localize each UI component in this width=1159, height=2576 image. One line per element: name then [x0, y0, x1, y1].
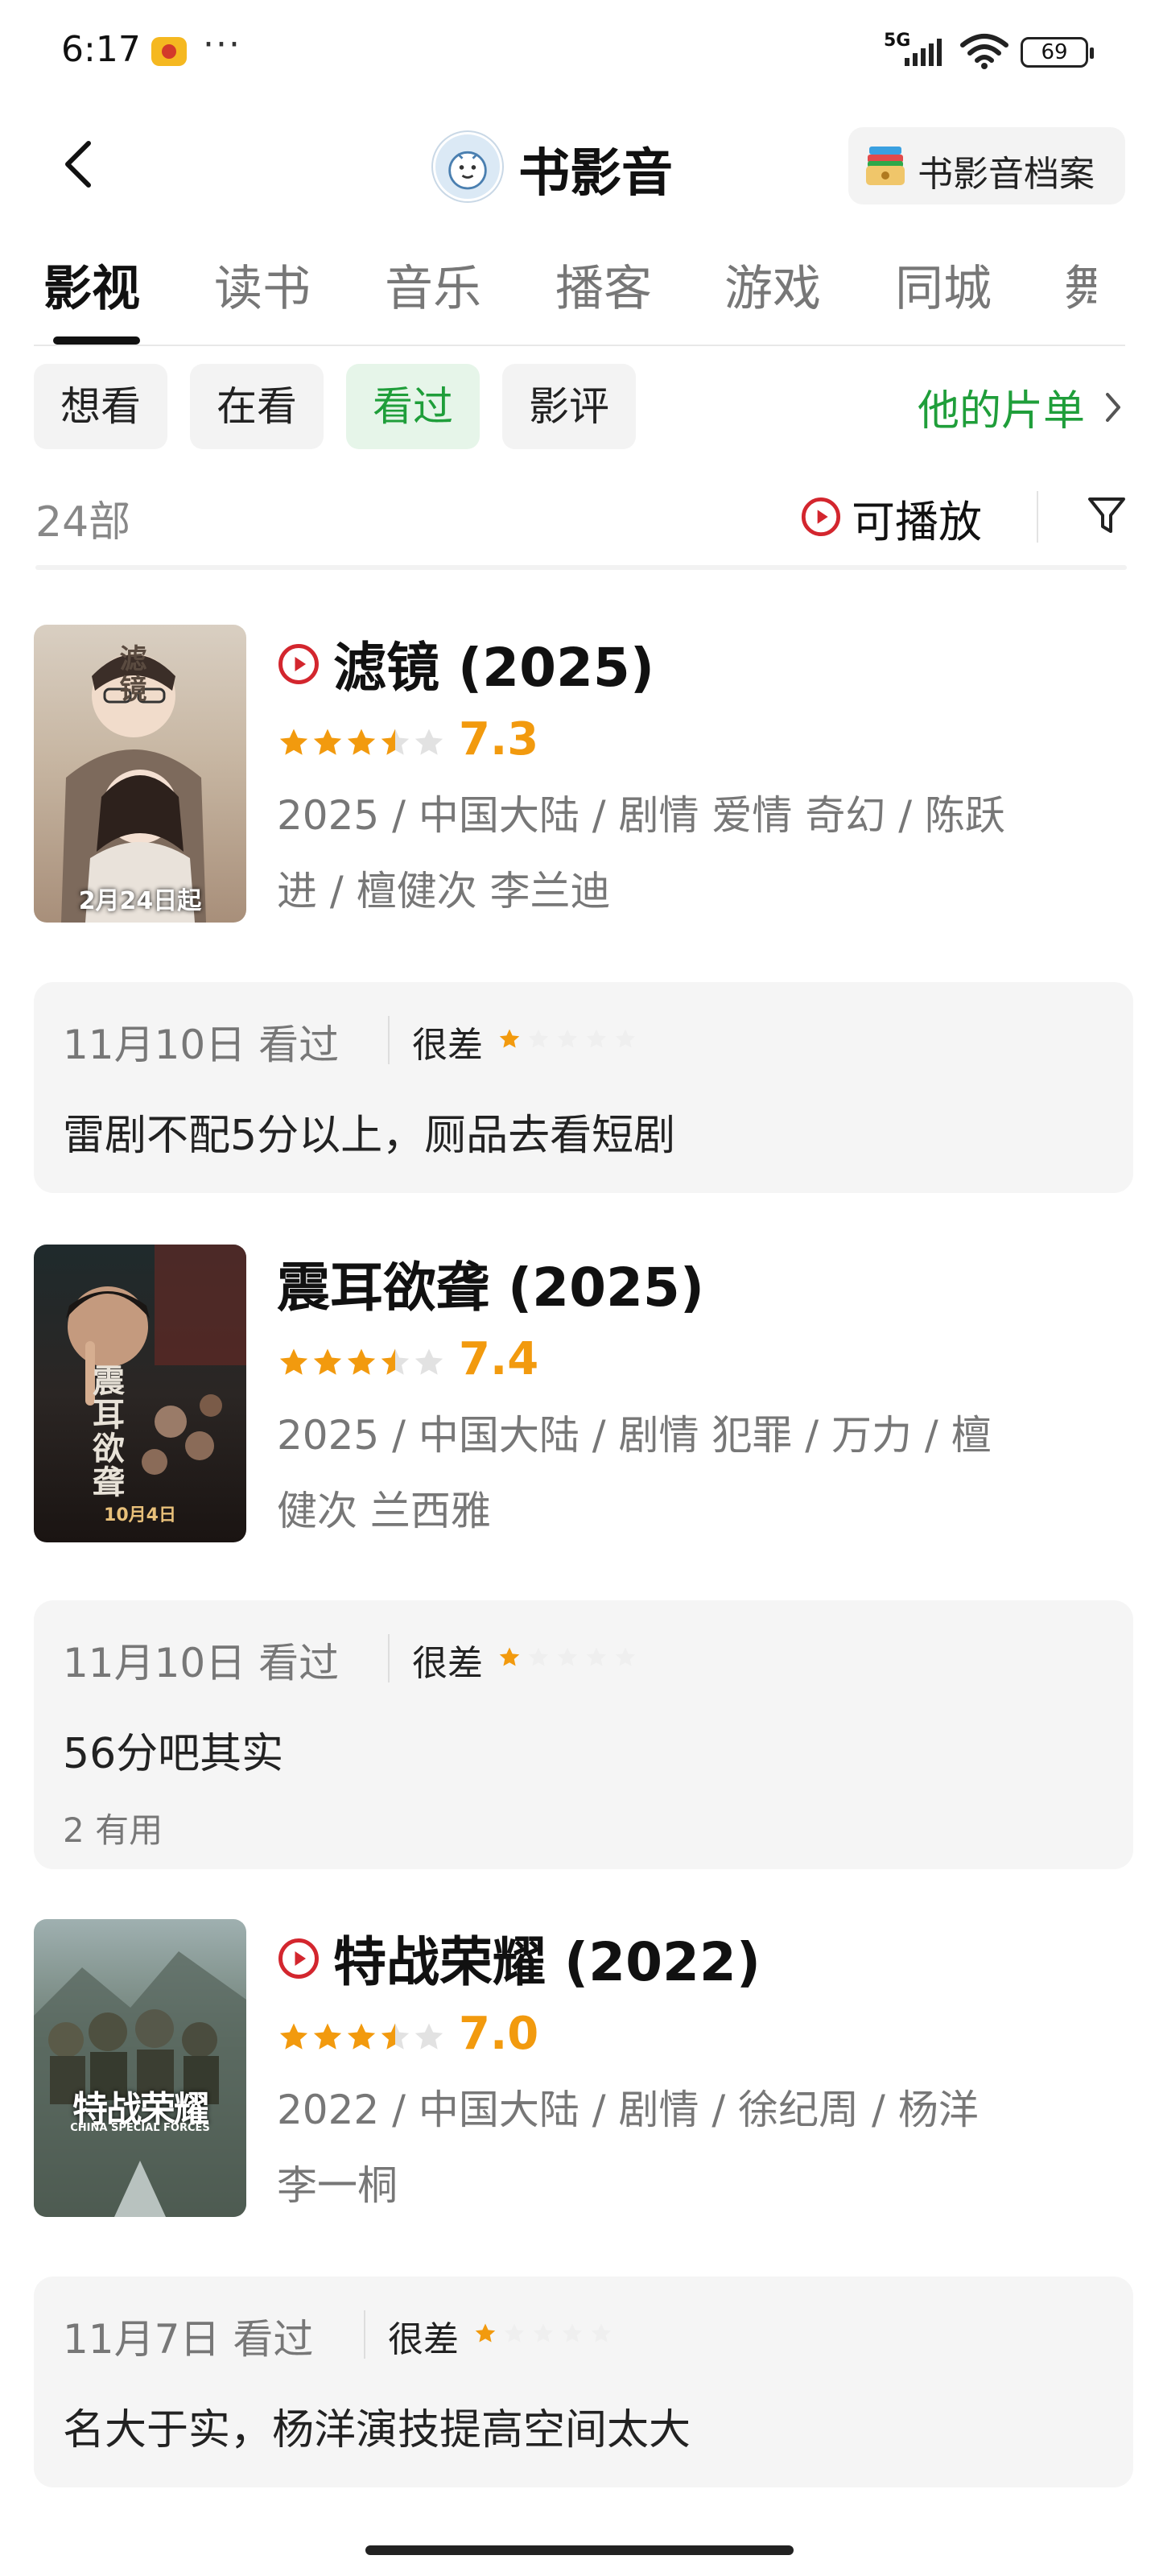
poster-title: 震耳欲聋: [87, 1364, 124, 1499]
meta-line: 2025 / 中国大陆 / 剧情 犯罪 / 万力 / 檀: [277, 1412, 992, 1459]
play-circle-icon: [800, 496, 842, 538]
tab-games[interactable]: 游戏: [724, 250, 821, 320]
review-date: 11月7日 看过: [63, 2316, 314, 2363]
page-title: 书影音: [518, 144, 673, 204]
tab-local[interactable]: 同城: [895, 250, 992, 320]
tab-podcasts[interactable]: 播客: [555, 250, 652, 320]
movie-rating: 7.3: [459, 713, 539, 766]
user-rating-stars: [475, 2323, 612, 2343]
tabs-divider: [34, 345, 1125, 346]
meta-line: 李一桐: [277, 2162, 398, 2209]
tab-books[interactable]: 读书: [214, 250, 311, 320]
back-arrow-icon[interactable]: [48, 132, 113, 196]
poster-date: 10月4日: [104, 1505, 176, 1525]
filter-watching[interactable]: 在看: [190, 364, 324, 449]
section-divider: [35, 565, 1127, 570]
status-bar: 6:17 ··· 5G 69: [0, 0, 1159, 105]
douban-logo-icon: [433, 132, 502, 201]
poster-subtitle: CHINA SPECIAL FORCES: [70, 2122, 210, 2134]
category-tabs: 影视 读书 音乐 播客 游戏 同城 舞: [0, 250, 1159, 346]
divider: [388, 1016, 390, 1064]
top-bar: 书影音 书影音档案: [0, 121, 1159, 211]
tab-music[interactable]: 音乐: [385, 250, 481, 320]
movie-meta: 2025 / 中国大陆 / 剧情 犯罪 / 万力 / 檀 健次 兰西雅: [277, 1397, 1114, 1549]
poster-date: 2月24日起: [78, 887, 202, 915]
review-card[interactable]: 11月7日 看过 很差 名大于实，杨洋演技提高空间太大: [34, 2277, 1133, 2487]
filter-reviews[interactable]: 影评: [502, 364, 636, 449]
review-text: 雷剧不配5分以上，厕品去看短剧: [63, 1112, 676, 1160]
tab-dance[interactable]: 舞: [1064, 250, 1096, 320]
review-level: 很差: [412, 1643, 483, 1684]
signal-icon: [905, 39, 942, 66]
movie-poster[interactable]: 滤镜 2月24日起: [34, 625, 246, 923]
movie-meta: 2025 / 中国大陆 / 剧情 爱情 奇幻 / 陈跃 进 / 檀健次 李兰迪: [277, 778, 1114, 929]
review-card[interactable]: 11月10日 看过 很差 56分吧其实 2 有用: [34, 1600, 1133, 1869]
meta-line: 2022 / 中国大陆 / 剧情 / 徐纪周 / 杨洋: [277, 2087, 979, 2133]
useful-count[interactable]: 2 有用: [63, 1803, 163, 1852]
chevron-right-icon: [1106, 393, 1120, 422]
rating-stars: [279, 1348, 443, 1375]
meta-line: 进 / 檀健次 李兰迪: [277, 868, 611, 914]
review-text: 56分吧其实: [63, 1730, 284, 1778]
review-card[interactable]: 11月10日 看过 很差 雷剧不配5分以上，厕品去看短剧: [34, 982, 1133, 1193]
movie-poster[interactable]: 特战荣耀 CHINA SPECIAL FORCES: [34, 1919, 246, 2217]
item-count: 24部: [35, 498, 131, 547]
archive-label: 书影音档案: [918, 154, 1095, 195]
review-level: 很差: [388, 2319, 459, 2360]
movie-rating: 7.4: [459, 1333, 539, 1385]
divider: [1037, 491, 1038, 543]
battery-indicator: 69: [1021, 37, 1094, 68]
review-date: 11月10日 看过: [63, 1640, 340, 1686]
meta-line: 健次 兰西雅: [277, 1488, 491, 1534]
wifi-icon: [960, 34, 1008, 69]
notification-app-icon: [151, 37, 187, 66]
movie-title[interactable]: 震耳欲聋 (2025): [277, 1245, 704, 1322]
movie-title[interactable]: 滤镜 (2025): [333, 625, 654, 702]
divider: [388, 1634, 390, 1682]
rating-stars: [279, 2023, 443, 2050]
playable-icon: [277, 642, 320, 686]
divider: [364, 2310, 365, 2359]
movie-rating: 7.0: [459, 2008, 539, 2060]
his-list-link[interactable]: 他的片单: [918, 377, 1085, 437]
filter-want[interactable]: 想看: [34, 364, 167, 449]
more-notifications-icon: ···: [203, 24, 241, 65]
filter-funnel-icon[interactable]: [1087, 494, 1127, 538]
archive-button[interactable]: 书影音档案: [848, 127, 1125, 204]
tab-movies[interactable]: 影视: [43, 250, 140, 320]
review-date: 11月10日 看过: [63, 1022, 340, 1068]
rating-stars: [279, 729, 443, 755]
status-time: 6:17: [61, 29, 141, 70]
active-tab-indicator: [53, 336, 140, 345]
review-level: 很差: [412, 1025, 483, 1066]
user-rating-stars: [499, 1647, 636, 1666]
home-indicator[interactable]: [365, 2545, 794, 2555]
poster-title: 滤镜: [114, 644, 146, 705]
meta-line: 2025 / 中国大陆 / 剧情 爱情 奇幻 / 陈跃: [277, 792, 1005, 839]
playable-icon: [277, 1937, 320, 1980]
user-rating-stars: [499, 1029, 636, 1048]
playable-label: 可播放: [852, 497, 982, 547]
filter-watched[interactable]: 看过: [346, 364, 480, 449]
movie-meta: 2022 / 中国大陆 / 剧情 / 徐纪周 / 杨洋 李一桐: [277, 2072, 1114, 2223]
archive-box-icon: [866, 147, 905, 185]
movie-poster[interactable]: 震耳欲聋 10月4日: [34, 1245, 246, 1542]
movie-title[interactable]: 特战荣耀 (2022): [333, 1919, 761, 1996]
review-text: 名大于实，杨洋演技提高空间太大: [63, 2406, 691, 2454]
